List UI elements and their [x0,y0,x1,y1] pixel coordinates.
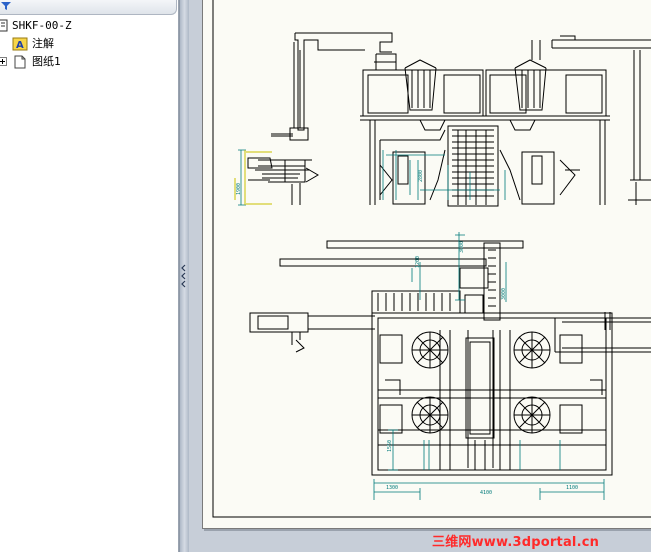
dim-label: 1900 [236,183,242,195]
dim-label: 3600 [459,241,465,253]
feature-manager-tree: SHKF-00-Z A 注解 图纸1 [0,0,179,552]
drawing-view-canvas: 1300 1100 4100 1900 1550 1200 3600 3000 … [212,0,651,518]
dim-label: 3000 [501,288,507,300]
tree-item-sheet1[interactable]: 图纸1 [0,53,178,70]
top-view-dimensions [373,232,605,500]
front-view [247,32,651,207]
dim-label: 1200 [415,256,421,268]
svg-text:A: A [16,40,24,51]
filter-icon[interactable] [1,1,11,11]
sheet-icon [14,55,26,69]
tree-filter-bar[interactable] [0,0,177,15]
expand-plus-icon[interactable] [0,57,7,66]
dim-label: 1550 [387,440,393,452]
tree-item-drawing-root[interactable]: SHKF-00-Z [0,17,178,34]
tree-item-label: SHKF-00-Z [12,19,72,32]
assembly-drawing-icon [0,19,8,32]
tree-item-annotations[interactable]: A 注解 [0,35,178,52]
dim-label: 4100 [480,490,492,496]
dim-label: 1300 [386,485,398,491]
tree-item-label: 图纸1 [32,55,61,68]
annotation-folder-icon: A [12,37,28,51]
tree-item-label: 注解 [32,37,54,50]
watermark-text: 三维网www.3dportal.cn [432,535,600,550]
collapse-arrows-icon[interactable] [179,262,188,292]
dim-label: 1100 [566,485,578,491]
top-view [249,240,651,476]
dim-label: 2800 [418,170,424,182]
